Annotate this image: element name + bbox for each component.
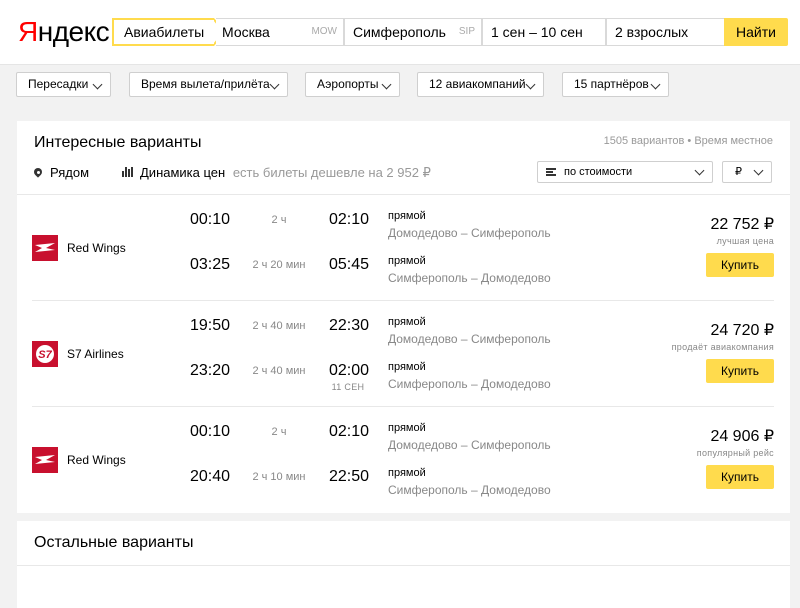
- arrival-time: 02:00: [329, 362, 370, 379]
- leg-outbound: 19:50 2 ч 40 мин 22:30 прямой Домодедово…: [17, 316, 617, 356]
- route: Симферополь – Домодедово: [388, 483, 551, 497]
- next-day-badge: 11 СЕН: [331, 382, 365, 392]
- arrival-time: 22:50: [329, 468, 370, 485]
- leg-outbound: 00:10 2 ч 02:10 прямой Домодедово – Симф…: [17, 210, 617, 250]
- arrival-time: 22:30: [329, 317, 370, 334]
- price: 24 720 ₽: [710, 322, 774, 339]
- departure-time: 00:10: [190, 423, 231, 440]
- departure-time: 19:50: [190, 317, 231, 334]
- route: Симферополь – Домодедово: [388, 377, 551, 391]
- buy-button[interactable]: Купить: [706, 359, 774, 383]
- leg-outbound: 00:10 2 ч 02:10 прямой Домодедово – Симф…: [17, 422, 617, 462]
- buy-button[interactable]: Купить: [706, 253, 774, 277]
- leg-return: 20:40 2 ч 10 мин 22:50 прямой Симферопол…: [17, 467, 617, 507]
- duration: 2 ч 10 мин: [252, 471, 306, 483]
- arrival-time: 05:45: [329, 256, 370, 273]
- location-pin-icon: [34, 168, 42, 178]
- flight-type: прямой: [388, 467, 426, 479]
- from-field[interactable]: Москва MOW: [216, 18, 344, 46]
- filter-airlines[interactable]: 12 авиакомпаний: [417, 72, 544, 97]
- chevron-down-icon: [92, 79, 103, 90]
- sort-select[interactable]: по стоимости: [537, 161, 713, 183]
- filter-transfers[interactable]: Пересадки: [16, 72, 111, 97]
- filter-label: 15 партнёров: [574, 77, 649, 91]
- passengers-field[interactable]: 2 взрослых: [606, 18, 726, 46]
- price: 22 752 ₽: [710, 216, 774, 233]
- chevron-down-icon: [650, 79, 661, 90]
- to-field[interactable]: Симферополь SIP: [344, 18, 482, 46]
- bar-chart-icon: [122, 167, 134, 177]
- panel-title: Интересные варианты: [34, 134, 202, 151]
- flight-type: прямой: [388, 255, 426, 267]
- panel-title: Остальные варианты: [34, 534, 194, 551]
- results-meta: 1505 вариантов • Время местное: [603, 135, 773, 147]
- buy-button[interactable]: Купить: [706, 465, 774, 489]
- divider: [17, 565, 790, 566]
- cheaper-note: есть билеты дешевле на 2 952 ₽: [232, 165, 431, 180]
- offer-card[interactable]: S7 S7 Airlines 19:50 2 ч 40 мин 22:30 пр…: [17, 301, 790, 407]
- duration: 2 ч: [271, 426, 287, 438]
- arrival-time: 02:10: [329, 211, 370, 228]
- mode-tab-avia[interactable]: Авиабилеты: [112, 18, 226, 46]
- filter-label: Время вылета/прилёта: [141, 77, 270, 91]
- flight-type: прямой: [388, 210, 426, 222]
- chevron-down-icon: [381, 79, 392, 90]
- filter-airports[interactable]: Аэропорты: [305, 72, 400, 97]
- chevron-down-icon: [694, 165, 705, 176]
- duration: 2 ч: [271, 214, 287, 226]
- to-value: Симферополь: [353, 24, 446, 40]
- price-note: популярный рейс: [696, 448, 774, 458]
- other-options-panel: Остальные варианты: [17, 521, 790, 608]
- offer-card[interactable]: Red Wings 00:10 2 ч 02:10 прямой Домодед…: [17, 195, 790, 301]
- filters-bar: Пересадки Время вылета/прилёта Аэропорты…: [0, 64, 800, 104]
- leg-return: 23:20 2 ч 40 мин 02:00 11 СЕН прямой Сим…: [17, 361, 617, 401]
- near-link[interactable]: Рядом: [34, 165, 89, 181]
- price-note: лучшая цена: [716, 236, 774, 246]
- flight-type: прямой: [388, 361, 426, 373]
- dates-field[interactable]: 1 сен – 10 сен: [482, 18, 606, 46]
- filter-label: Аэропорты: [317, 77, 379, 91]
- arrival-time: 02:10: [329, 423, 370, 440]
- find-button[interactable]: Найти: [724, 18, 788, 46]
- duration: 2 ч 40 мин: [252, 320, 306, 332]
- chevron-down-icon: [269, 79, 280, 90]
- departure-time: 23:20: [190, 362, 231, 379]
- filter-times[interactable]: Время вылета/прилёта: [129, 72, 288, 97]
- departure-time: 00:10: [190, 211, 231, 228]
- price: 24 906 ₽: [710, 428, 774, 445]
- chevron-down-icon: [525, 79, 536, 90]
- price-note: продаёт авиакомпания: [671, 342, 774, 352]
- route: Домодедово – Симферополь: [388, 226, 551, 240]
- chevron-down-icon: [753, 165, 764, 176]
- sort-value: по стоимости: [564, 166, 633, 178]
- departure-time: 03:25: [190, 256, 231, 273]
- dynamics-label: Динамика цен: [140, 165, 226, 180]
- route: Домодедово – Симферополь: [388, 332, 551, 346]
- sort-icon: [546, 168, 556, 176]
- currency-value: ₽: [735, 166, 742, 178]
- leg-return: 03:25 2 ч 20 мин 05:45 прямой Симферопол…: [17, 255, 617, 295]
- flight-type: прямой: [388, 422, 426, 434]
- duration: 2 ч 40 мин: [252, 365, 306, 377]
- from-value: Москва: [222, 24, 270, 40]
- departure-time: 20:40: [190, 468, 231, 485]
- interesting-options-panel: Интересные варианты 1505 вариантов • Вре…: [17, 121, 790, 513]
- header: Яндекс Авиабилеты Москва MOW Симферополь…: [0, 0, 800, 64]
- near-label: Рядом: [50, 165, 90, 180]
- route: Домодедово – Симферополь: [388, 438, 551, 452]
- currency-select[interactable]: ₽: [722, 161, 772, 183]
- to-code: SIP: [458, 26, 475, 37]
- price-dynamics-link[interactable]: Динамика цен есть билеты дешевле на 2 95…: [122, 165, 431, 181]
- from-code: MOW: [311, 26, 337, 37]
- route: Симферополь – Домодедово: [388, 271, 551, 285]
- filter-label: 12 авиакомпаний: [429, 77, 526, 91]
- yandex-logo[interactable]: Яндекс: [18, 16, 110, 48]
- filter-label: Пересадки: [28, 77, 89, 91]
- filter-partners[interactable]: 15 партнёров: [562, 72, 669, 97]
- offer-card[interactable]: Red Wings 00:10 2 ч 02:10 прямой Домодед…: [17, 407, 790, 513]
- flight-type: прямой: [388, 316, 426, 328]
- duration: 2 ч 20 мин: [252, 259, 306, 271]
